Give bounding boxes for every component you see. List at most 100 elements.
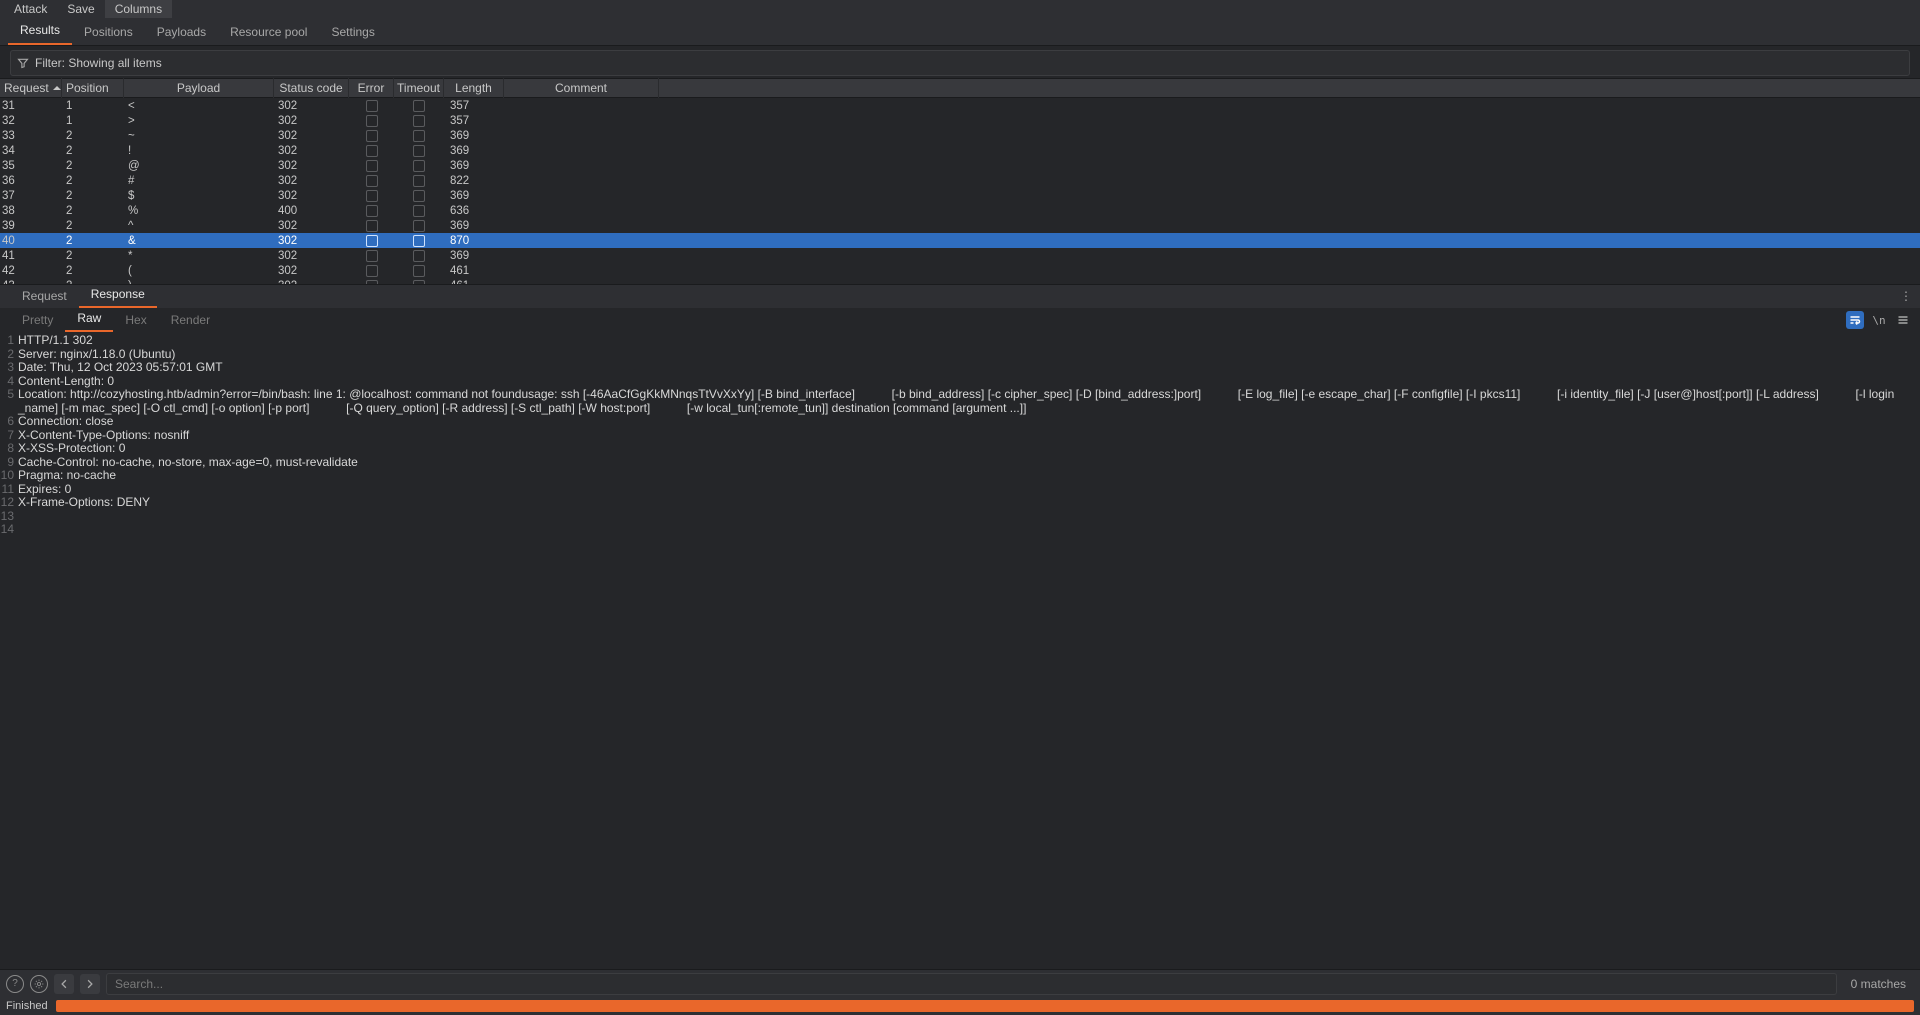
menu-save[interactable]: Save: [57, 0, 104, 18]
timeout-checkbox[interactable]: [413, 130, 425, 142]
line-number: 10: [0, 469, 18, 483]
msg-tab-request[interactable]: Request: [10, 284, 79, 308]
search-input[interactable]: [106, 973, 1837, 995]
timeout-checkbox[interactable]: [413, 175, 425, 187]
line-number: 13: [0, 510, 18, 524]
menu-columns[interactable]: Columns: [105, 0, 172, 18]
table-row[interactable]: 321>302357: [0, 113, 1920, 128]
error-checkbox[interactable]: [366, 100, 378, 112]
tab-results[interactable]: Results: [8, 17, 72, 45]
line-number: 12: [0, 496, 18, 510]
tab-resource-pool[interactable]: Resource pool: [218, 19, 319, 45]
col-payload[interactable]: Payload: [124, 78, 274, 98]
response-line: X-Content-Type-Options: nosniff: [18, 429, 209, 443]
table-row[interactable]: 332~302369: [0, 128, 1920, 143]
table-body[interactable]: 311<302357321>302357332~302369342!302369…: [0, 98, 1920, 284]
tab-positions[interactable]: Positions: [72, 19, 145, 45]
view-tabs: PrettyRawHexRender \n: [0, 308, 1920, 332]
error-checkbox[interactable]: [366, 175, 378, 187]
tab-payloads[interactable]: Payloads: [145, 19, 218, 45]
line-number: 2: [0, 348, 18, 362]
error-checkbox[interactable]: [366, 190, 378, 202]
prev-match-button[interactable]: [54, 974, 74, 994]
response-line: Expires: 0: [18, 483, 91, 497]
timeout-checkbox[interactable]: [413, 160, 425, 172]
timeout-checkbox[interactable]: [413, 205, 425, 217]
view-tab-render[interactable]: Render: [159, 308, 222, 332]
error-checkbox[interactable]: [366, 220, 378, 232]
error-checkbox[interactable]: [366, 250, 378, 262]
col-status-code[interactable]: Status code: [274, 78, 349, 98]
timeout-checkbox[interactable]: [413, 235, 425, 247]
timeout-checkbox[interactable]: [413, 265, 425, 277]
table-row[interactable]: 412*302369: [0, 248, 1920, 263]
filter-bar[interactable]: Filter: Showing all items: [10, 50, 1910, 76]
response-line: Location: http://cozyhosting.htb/admin?e…: [18, 388, 1920, 415]
table-row[interactable]: 392^302369: [0, 218, 1920, 233]
view-tab-raw[interactable]: Raw: [65, 306, 113, 332]
timeout-checkbox[interactable]: [413, 250, 425, 262]
response-line: Server: nginx/1.18.0 (Ubuntu): [18, 348, 195, 362]
response-line: Date: Thu, 12 Oct 2023 05:57:01 GMT: [18, 361, 243, 375]
view-tab-hex[interactable]: Hex: [113, 308, 158, 332]
col-timeout[interactable]: Timeout: [394, 78, 444, 98]
filter-icon: [17, 57, 29, 69]
msg-tab-response[interactable]: Response: [79, 282, 157, 308]
help-icon[interactable]: ?: [6, 975, 24, 993]
line-number: 7: [0, 429, 18, 443]
more-icon[interactable]: ⋮: [1900, 289, 1912, 303]
table-row[interactable]: 352@302369: [0, 158, 1920, 173]
table-row[interactable]: 382%400636: [0, 203, 1920, 218]
col-error[interactable]: Error: [349, 78, 394, 98]
menubar: AttackSaveColumns: [0, 0, 1920, 18]
error-checkbox[interactable]: [366, 160, 378, 172]
response-line: HTTP/1.1 302: [18, 334, 116, 348]
wrap-lines-icon[interactable]: [1846, 311, 1864, 329]
show-newlines-icon[interactable]: \n: [1870, 311, 1888, 329]
error-checkbox[interactable]: [366, 115, 378, 127]
table-row[interactable]: 422(302461: [0, 263, 1920, 278]
table-row[interactable]: 311<302357: [0, 98, 1920, 113]
col-comment[interactable]: Comment: [504, 78, 659, 98]
line-number: 4: [0, 375, 18, 389]
col-position[interactable]: Position: [62, 78, 124, 98]
timeout-checkbox[interactable]: [413, 190, 425, 202]
table-row[interactable]: 402&302870: [0, 233, 1920, 248]
response-line: [18, 510, 38, 524]
status-label: Finished: [6, 1000, 48, 1012]
col-request[interactable]: Request: [0, 78, 62, 98]
error-checkbox[interactable]: [366, 205, 378, 217]
error-checkbox[interactable]: [366, 145, 378, 157]
menu-attack[interactable]: Attack: [4, 0, 57, 18]
line-number: 1: [0, 334, 18, 348]
table-row[interactable]: 372$302369: [0, 188, 1920, 203]
line-number: 3: [0, 361, 18, 375]
timeout-checkbox[interactable]: [413, 220, 425, 232]
view-tab-pretty[interactable]: Pretty: [10, 308, 65, 332]
response-line: X-XSS-Protection: 0: [18, 442, 145, 456]
line-number: 6: [0, 415, 18, 429]
next-match-button[interactable]: [80, 974, 100, 994]
line-number: 9: [0, 456, 18, 470]
timeout-checkbox[interactable]: [413, 145, 425, 157]
error-checkbox[interactable]: [366, 265, 378, 277]
timeout-checkbox[interactable]: [413, 100, 425, 112]
line-number: 14: [0, 523, 18, 537]
timeout-checkbox[interactable]: [413, 115, 425, 127]
col-length[interactable]: Length: [444, 78, 504, 98]
message-tabs: RequestResponse ⋮: [0, 284, 1920, 308]
tab-settings[interactable]: Settings: [319, 19, 386, 45]
progress-bar: [56, 1000, 1914, 1012]
error-checkbox[interactable]: [366, 130, 378, 142]
error-checkbox[interactable]: [366, 235, 378, 247]
response-editor[interactable]: 1HTTP/1.1 302 2Server: nginx/1.18.0 (Ubu…: [0, 332, 1920, 969]
hamburger-icon[interactable]: [1894, 311, 1912, 329]
settings-icon[interactable]: [30, 975, 48, 993]
results-table: Request Position Payload Status code Err…: [0, 78, 1920, 284]
response-line: Cache-Control: no-cache, no-store, max-a…: [18, 456, 378, 470]
line-number: 8: [0, 442, 18, 456]
table-row[interactable]: 362#302822: [0, 173, 1920, 188]
filter-label: Filter: Showing all items: [35, 56, 162, 70]
table-row[interactable]: 342!302369: [0, 143, 1920, 158]
table-header[interactable]: Request Position Payload Status code Err…: [0, 78, 1920, 98]
